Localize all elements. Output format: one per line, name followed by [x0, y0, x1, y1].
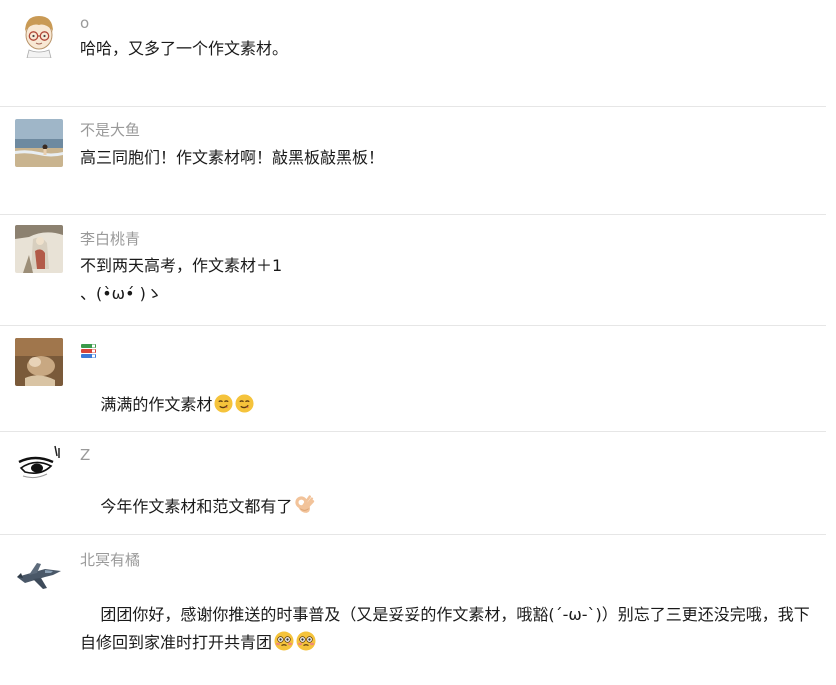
smirk-emoji [235, 394, 254, 413]
avatar[interactable] [15, 10, 63, 58]
comment-nickname[interactable]: 北冥有橘 [80, 550, 140, 570]
avatar[interactable] [15, 119, 63, 167]
comment-item: 满满的作文素材 [0, 326, 836, 431]
comment-nickname[interactable] [80, 342, 98, 364]
avatar[interactable] [15, 549, 63, 597]
comment-item: Z 今年作文素材和范文都有了 [0, 432, 836, 534]
comment-item: 李白桃青 不到两天高考，作文素材＋1 、(•̀ω•́ )ゝ [0, 215, 836, 325]
ok-hand-emoji [294, 494, 315, 515]
comment-nickname[interactable]: 不是大鱼 [80, 120, 140, 140]
books-icon [80, 343, 98, 364]
comment-nickname[interactable]: Z [80, 445, 90, 465]
comment-text: 高三同胞们！作文素材啊！敲黑板敲黑板！ [80, 148, 385, 167]
comment-text: 哈哈，又多了一个作文素材。 [80, 39, 289, 58]
avatar[interactable] [15, 338, 63, 386]
embarrassed-emoji [274, 631, 294, 651]
comment-item: 北冥有橘 团团你好，感谢你推送的时事普及（又是妥妥的作文素材，哦豁(´-ω-`)… [0, 535, 836, 652]
comment-item: 不是大鱼 高三同胞们！作文素材啊！敲黑板敲黑板！ [0, 107, 836, 214]
avatar[interactable] [15, 225, 63, 273]
comment-text-content: 今年作文素材和范文都有了 [100, 497, 293, 516]
comment-nickname[interactable]: 李白桃青 [80, 229, 140, 249]
comment-text: 团团你好，感谢你推送的时事普及（又是妥妥的作文素材，哦豁(´-ω-`)）别忘了三… [80, 573, 825, 685]
comment-text: 不到两天高考，作文素材＋1 、(•̀ω•́ )ゝ [80, 256, 283, 303]
smirk-emoji [214, 394, 233, 413]
comment-text-content: 满满的作文素材 [100, 395, 213, 414]
comment-text-content: 团团你好，感谢你推送的时事普及（又是妥妥的作文素材，哦豁(´-ω-`)）别忘了三… [80, 605, 810, 652]
comment-item: o 哈哈，又多了一个作文素材。 [0, 0, 836, 106]
avatar[interactable] [15, 442, 63, 490]
embarrassed-emoji [296, 631, 316, 651]
comment-nickname[interactable]: o [80, 13, 89, 33]
